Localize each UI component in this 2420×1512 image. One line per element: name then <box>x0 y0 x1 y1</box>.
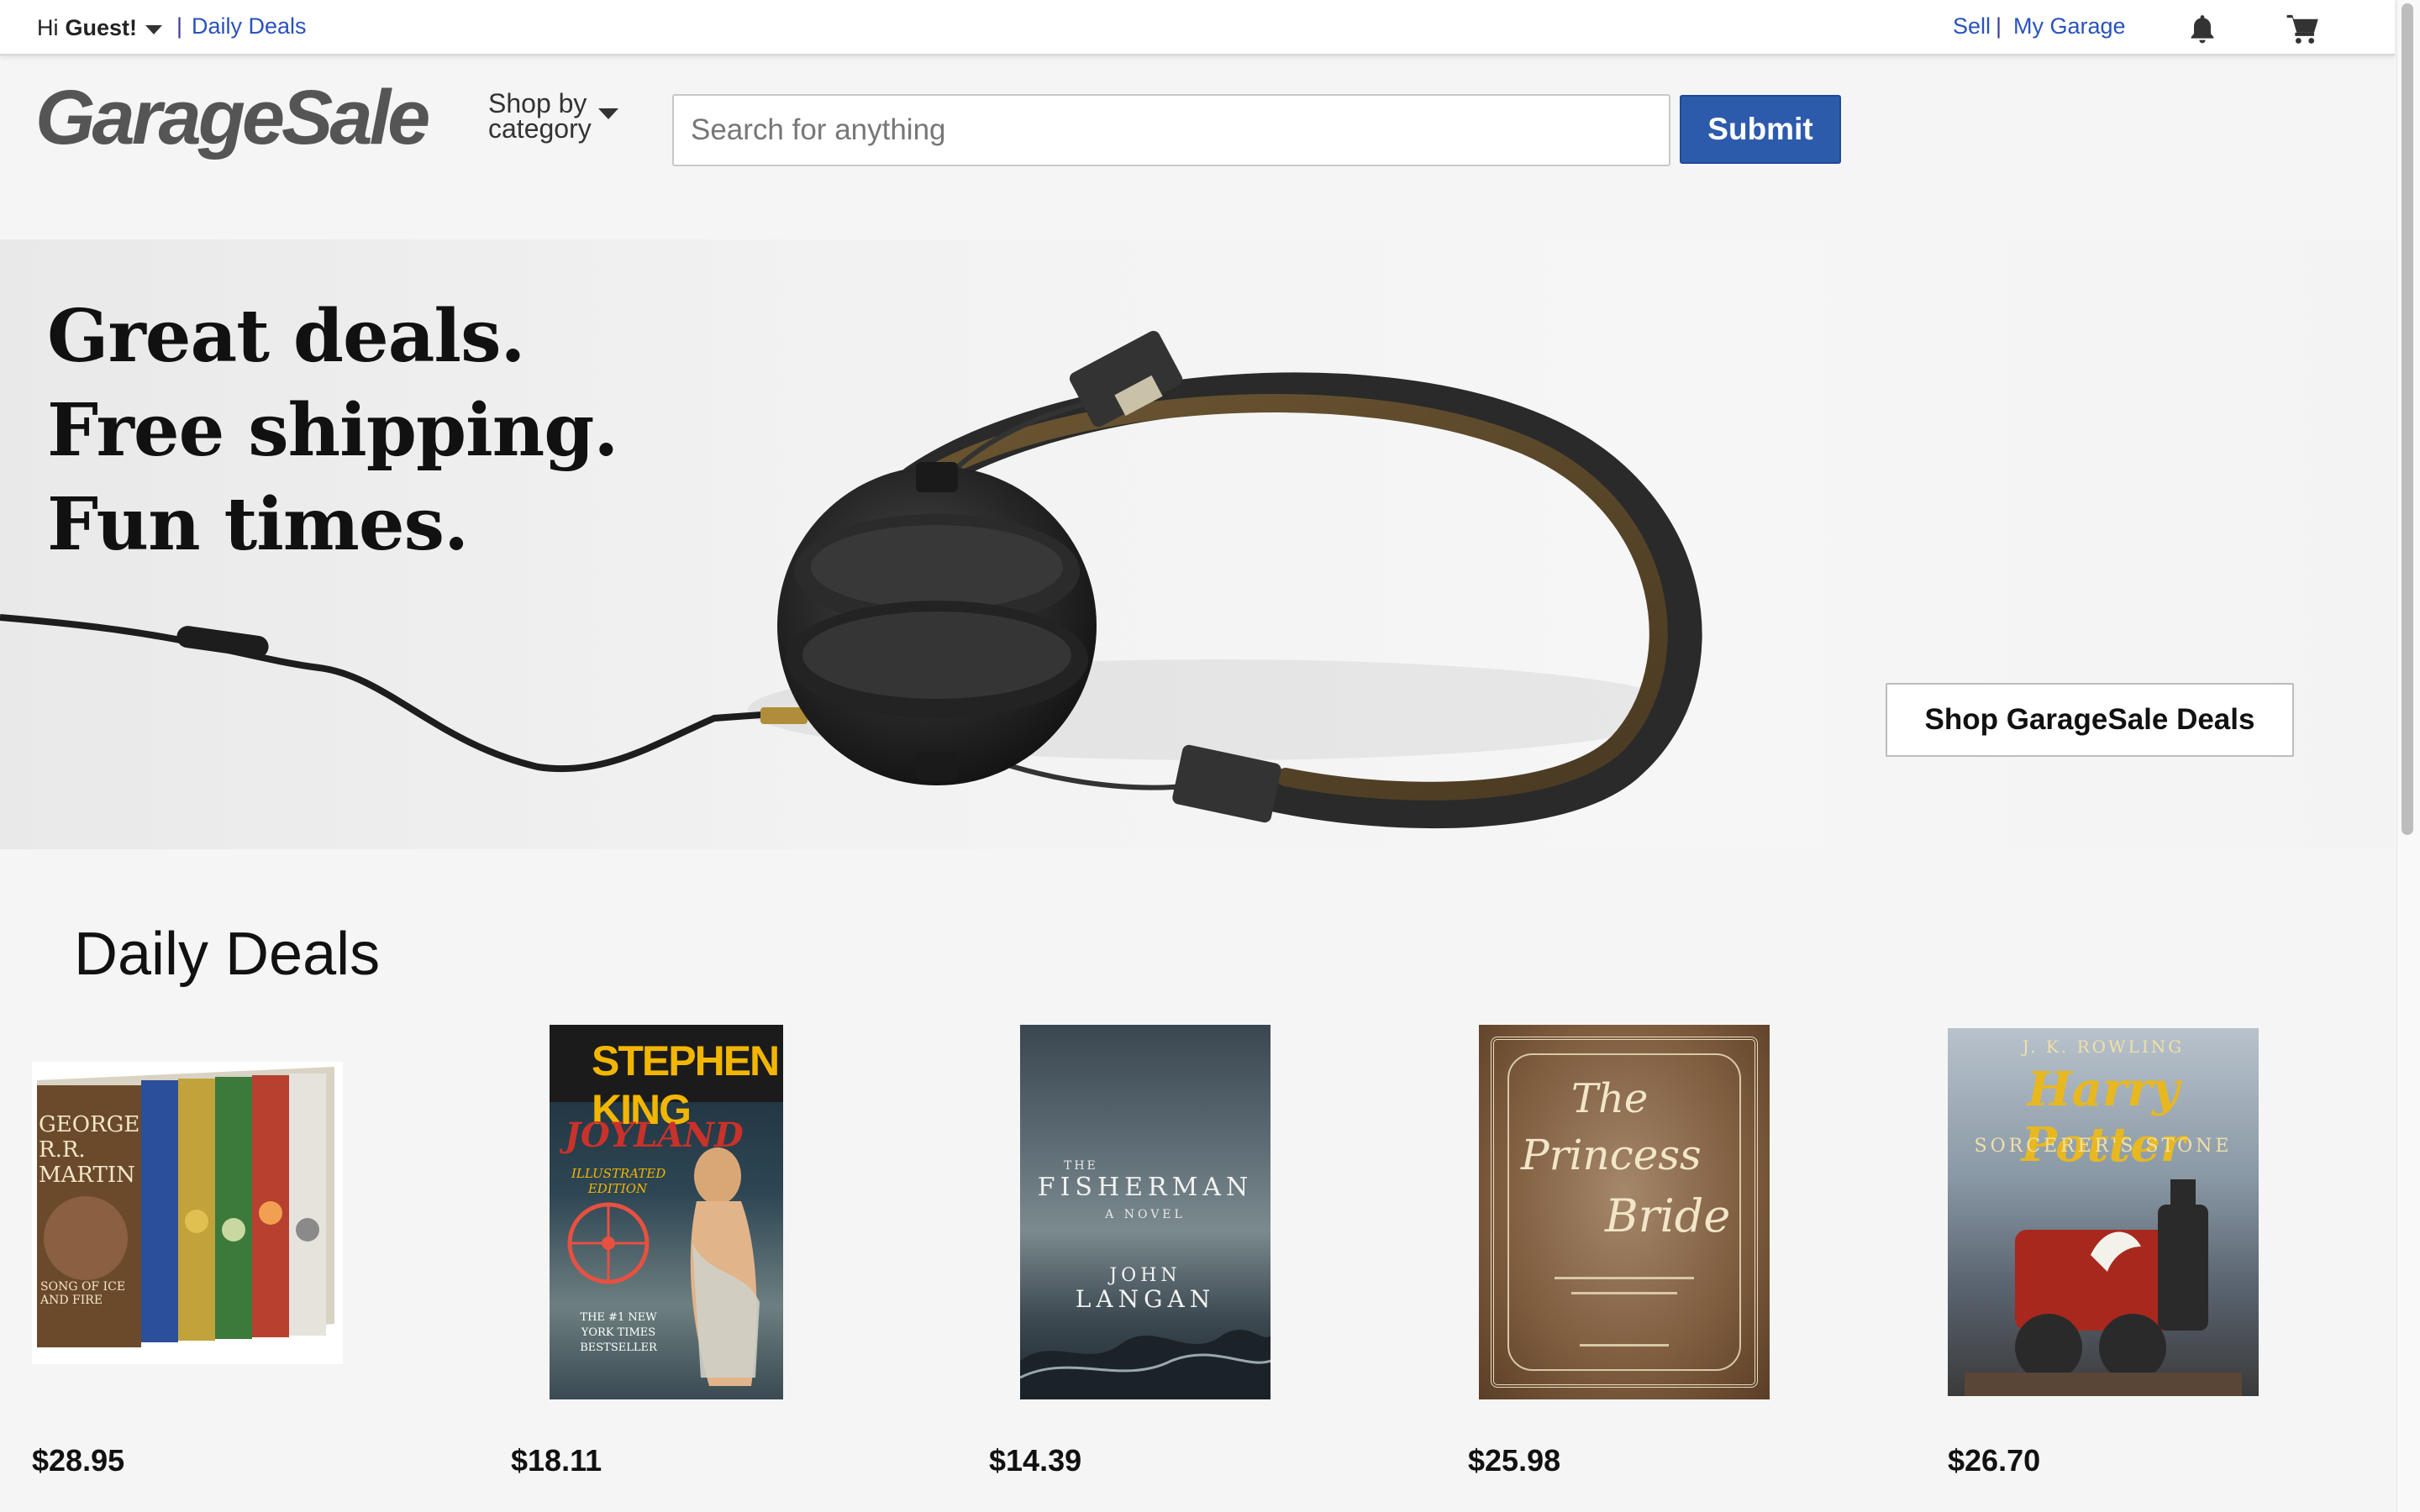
product-price: $26.70 <box>1948 1443 2041 1478</box>
cover-author-last: LANGAN <box>1075 1285 1216 1313</box>
daily-deals-link[interactable]: Daily Deals <box>192 13 307 39</box>
hero-headline: Great deals. Free shipping. Fun times. <box>47 290 618 572</box>
page: Hi Guest! | Daily Deals Sell | My Garage… <box>0 0 2420 1512</box>
cover-author-first: JOHN <box>1109 1265 1181 1286</box>
sell-link[interactable]: Sell <box>1953 13 1991 39</box>
caret-down-icon <box>145 25 163 34</box>
product-price: $14.39 <box>989 1443 1082 1478</box>
greeting-guest: Guest! <box>65 15 138 40</box>
bell-icon[interactable] <box>2186 12 2221 45</box>
product-image[interactable]: GEORGE R.R. MARTIN SONG OF ICE AND FIRE <box>32 1062 343 1364</box>
submit-button[interactable]: Submit <box>1680 95 1841 164</box>
product-image[interactable]: J. K. ROWLING Harry Potter SORCERER'S ST… <box>1948 1028 2259 1396</box>
cover-subtitle: A NOVEL <box>1105 1208 1186 1221</box>
cover-the: The <box>1571 1075 1649 1122</box>
cart-icon[interactable] <box>2286 12 2321 45</box>
product-price: $18.11 <box>511 1443 602 1478</box>
category-text: category <box>488 113 592 144</box>
greeting-hi: Hi <box>37 15 59 40</box>
cover-badge: THE #1 NEW YORK TIMES BESTSELLER <box>580 1311 657 1354</box>
shop-by-text: Shop by <box>488 88 587 118</box>
cover-the: THE <box>1064 1159 1098 1173</box>
shop-by-category-menu[interactable]: Shop by category <box>488 88 618 144</box>
cover-author: J. K. ROWLING <box>2022 1037 2185 1057</box>
cover-subtitle: SORCERER'S STONE <box>1974 1136 2233 1157</box>
shop-deals-button[interactable]: Shop GarageSale Deals <box>1886 683 2294 757</box>
headline-line-1: Great deals. <box>47 294 525 379</box>
headline-line-3: Fun times. <box>47 482 469 567</box>
product-price: $25.98 <box>1468 1443 1561 1478</box>
hero-banner: Great deals. Free shipping. Fun times. S… <box>0 239 2395 849</box>
top-utility-bar: Hi Guest! | Daily Deals Sell | My Garage <box>0 0 2395 55</box>
headline-line-2: Free shipping. <box>47 388 618 473</box>
daily-deals-heading: Daily Deals <box>74 921 381 988</box>
shop-by-category-label: Shop by category <box>488 88 592 144</box>
greeting-menu[interactable]: Hi Guest! <box>37 15 163 41</box>
caret-down-icon <box>597 108 618 119</box>
cover-title-2: Bride <box>1605 1189 1731 1242</box>
my-garage-link[interactable]: My Garage <box>2013 13 2126 39</box>
site-logo[interactable]: GarageSale <box>35 74 430 162</box>
product-image[interactable]: THE FISHERMAN A NOVEL JOHN LANGAN <box>1020 1025 1270 1399</box>
scrollbar-thumb[interactable] <box>2402 3 2413 835</box>
cover-edition: ILLUSTRATED EDITION <box>571 1166 666 1196</box>
cover-subtitle: SONG OF ICE AND FIRE <box>40 1280 126 1307</box>
cover-title-1: Princess <box>1521 1131 1702 1179</box>
separator: | <box>1996 13 2002 39</box>
search-input[interactable] <box>672 94 1670 166</box>
cover-title: FISHERMAN <box>1037 1173 1254 1202</box>
separator: | <box>176 13 183 39</box>
product-image[interactable]: The Princess Bride <box>1479 1025 1770 1399</box>
product-price: $28.95 <box>32 1443 125 1478</box>
product-image[interactable]: STEPHEN KING JOYLAND ILLUSTRATED EDITION… <box>550 1025 783 1399</box>
cover-author: GEORGE R.R. MARTIN <box>39 1112 140 1188</box>
